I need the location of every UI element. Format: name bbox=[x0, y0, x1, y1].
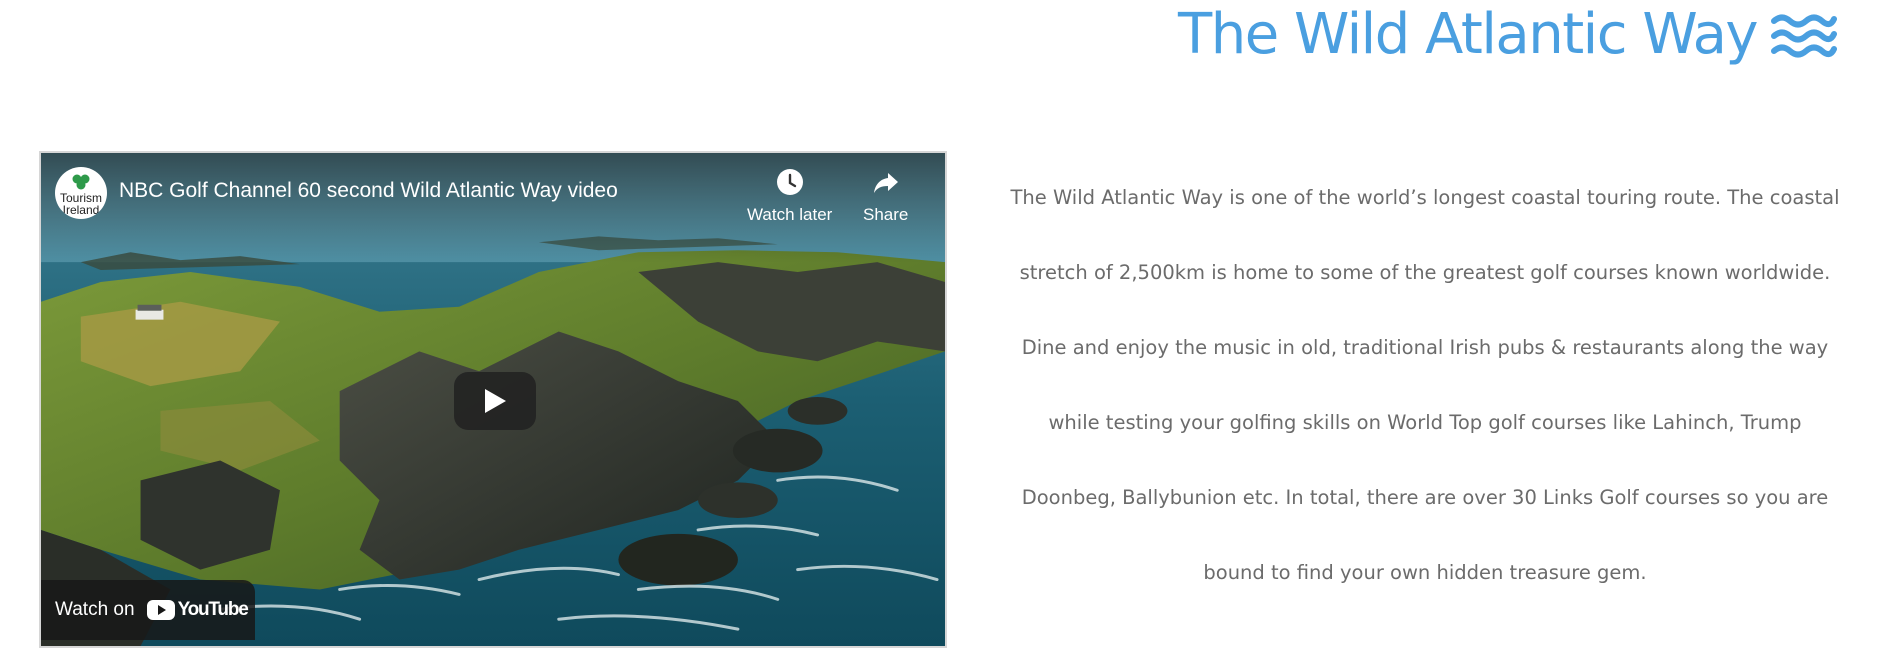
description-line: stretch of 2,500km is home to some of th… bbox=[1019, 261, 1831, 284]
youtube-play-icon bbox=[146, 600, 175, 620]
clock-icon bbox=[776, 169, 803, 195]
youtube-logo-text: YouTube bbox=[177, 599, 249, 620]
description-line: Dine and enjoy the music in old, traditi… bbox=[1021, 336, 1829, 359]
description-line: The Wild Atlantic Way is one of the worl… bbox=[1010, 186, 1840, 209]
share-icon bbox=[873, 173, 898, 193]
waves-icon bbox=[1771, 14, 1838, 57]
description-line: while testing your golfing skills on Wor… bbox=[1048, 411, 1802, 434]
description-line: bound to find your own hidden treasure g… bbox=[1203, 561, 1647, 584]
section-heading: The Wild Atlantic Way bbox=[1178, 2, 1838, 67]
youtube-video-embed[interactable]: Tourism Ireland NBC Golf Channel 60 seco… bbox=[39, 151, 947, 648]
description-line: Doonbeg, Ballybunion etc. In total, ther… bbox=[1021, 486, 1829, 509]
channel-avatar[interactable]: Tourism Ireland bbox=[55, 167, 107, 219]
share-label: Share bbox=[863, 205, 909, 224]
watch-on-label: Watch on bbox=[55, 599, 135, 620]
section-title: The Wild Atlantic Way bbox=[1178, 2, 1759, 67]
description-paragraph: The Wild Atlantic Way is one of the worl… bbox=[975, 160, 1875, 610]
video-title[interactable]: NBC Golf Channel 60 second Wild Atlantic… bbox=[119, 179, 618, 203]
play-icon bbox=[485, 389, 506, 413]
play-button[interactable] bbox=[454, 372, 536, 430]
watch-later-label: Watch later bbox=[747, 205, 833, 224]
youtube-logo: YouTube bbox=[146, 599, 249, 621]
shamrock-icon bbox=[72, 174, 90, 189]
share-button[interactable]: Share bbox=[863, 167, 908, 225]
watch-later-button[interactable]: Watch later bbox=[747, 167, 832, 225]
page: The Wild Atlantic Way Tourism Ireland NB… bbox=[0, 0, 1903, 655]
watch-on-youtube-button[interactable]: Watch on YouTube bbox=[41, 580, 255, 640]
